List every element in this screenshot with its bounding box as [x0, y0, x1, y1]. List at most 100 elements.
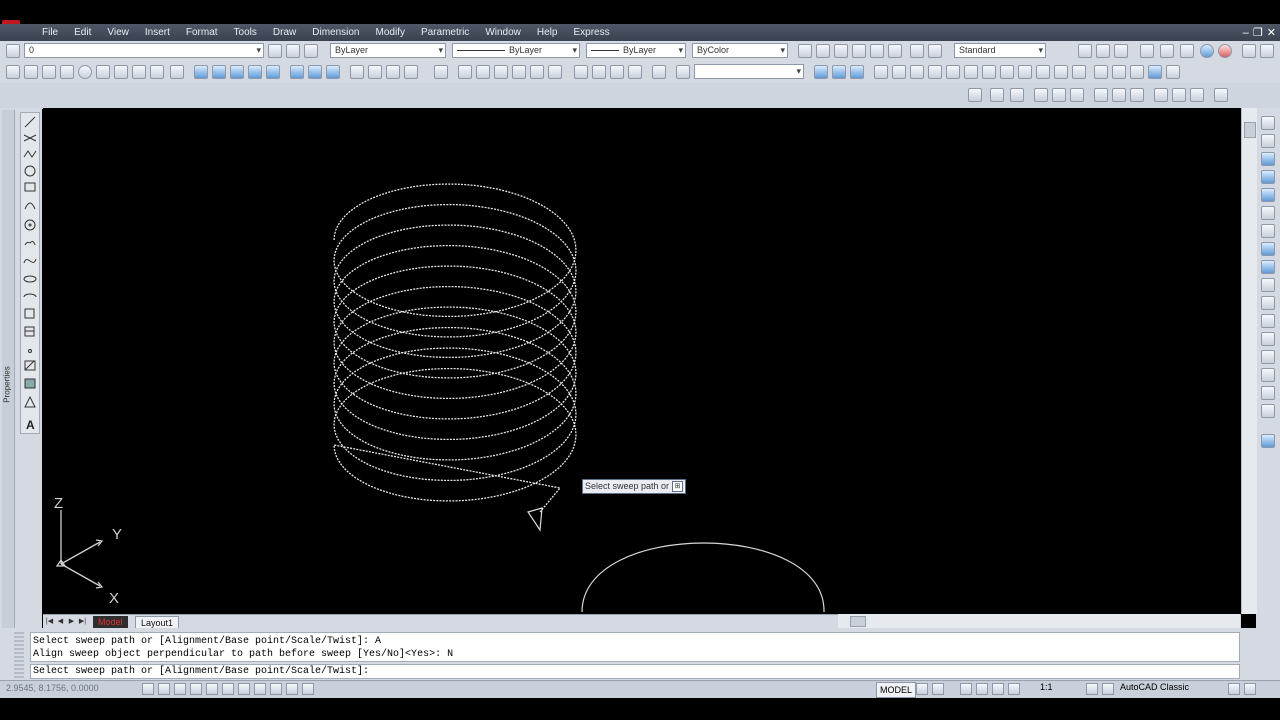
explode-icon[interactable] — [1261, 434, 1275, 448]
pan-icon[interactable] — [574, 65, 588, 79]
helix-curve[interactable] — [333, 183, 577, 513]
ellipse-icon[interactable] — [23, 275, 37, 283]
loft-icon[interactable] — [266, 65, 280, 79]
ordinate-icon[interactable] — [852, 44, 866, 58]
rectangle-icon[interactable] — [24, 182, 36, 192]
menu-insert[interactable]: Insert — [137, 24, 178, 41]
linear-dimension-icon[interactable] — [798, 44, 812, 58]
dimstyle-dropdown[interactable]: Standard — [954, 43, 1046, 58]
offset-icon[interactable] — [1261, 170, 1275, 184]
showmotion-icon[interactable] — [1008, 683, 1020, 695]
3d-move-icon[interactable] — [350, 65, 364, 79]
restore-icon[interactable]: ❐ — [1253, 26, 1263, 39]
hide-icon[interactable] — [1180, 44, 1194, 58]
annotation-scale[interactable]: 1:1 — [1040, 682, 1053, 692]
menu-express[interactable]: Express — [565, 24, 617, 41]
trim-icon[interactable] — [1261, 278, 1275, 292]
constraint-11-icon[interactable] — [1054, 65, 1068, 79]
dim-constraint-2-icon[interactable] — [1112, 65, 1126, 79]
hatch-icon[interactable] — [24, 360, 36, 371]
extend-icon[interactable] — [1261, 296, 1275, 310]
grid-display-icon[interactable] — [174, 683, 186, 695]
gradient-icon[interactable] — [24, 378, 36, 389]
zoom-previous-icon[interactable] — [628, 65, 642, 79]
dynamic-ucs-icon[interactable] — [270, 683, 282, 695]
orbit-icon[interactable] — [1140, 44, 1154, 58]
options-arrow-icon[interactable]: ⊞ — [672, 481, 684, 492]
layer-previous-icon[interactable] — [286, 44, 300, 58]
torus-icon[interactable] — [114, 65, 128, 79]
polyline-icon[interactable] — [23, 150, 37, 158]
model-space-button[interactable]: MODEL — [876, 682, 917, 698]
auto-scale-icon[interactable] — [1102, 683, 1114, 695]
material-icon[interactable] — [1260, 44, 1274, 58]
baseline-icon[interactable] — [910, 44, 924, 58]
menu-modify[interactable]: Modify — [368, 24, 413, 41]
last-tab-button[interactable]: ▶| — [78, 617, 87, 627]
copy-icon[interactable] — [1096, 44, 1110, 58]
dim-radius-icon[interactable] — [1070, 88, 1084, 102]
constraint-4-icon[interactable] — [928, 65, 942, 79]
menu-file[interactable]: File — [34, 24, 66, 41]
join-icon[interactable] — [1261, 350, 1275, 364]
menu-format[interactable]: Format — [178, 24, 226, 41]
presspull-icon[interactable] — [212, 65, 226, 79]
revolve-icon[interactable] — [248, 65, 262, 79]
drawing-viewport[interactable]: Z Y X — [43, 108, 1241, 614]
menu-tools[interactable]: Tools — [226, 24, 265, 41]
point-icon[interactable] — [28, 349, 32, 353]
conceptual-icon[interactable] — [1218, 44, 1232, 58]
modify-copy-icon[interactable] — [1261, 134, 1275, 148]
magnifier-icon[interactable] — [676, 65, 690, 79]
first-tab-button[interactable]: |◀ — [45, 617, 54, 627]
minimize-icon[interactable]: – — [1243, 27, 1249, 39]
isolate-icon[interactable] — [832, 65, 846, 79]
make-block-icon[interactable] — [24, 326, 35, 337]
3d-align-icon[interactable] — [386, 65, 400, 79]
construction-line-icon[interactable] — [23, 134, 37, 142]
subtract-icon[interactable] — [308, 65, 322, 79]
box-icon[interactable] — [24, 65, 38, 79]
camera-icon[interactable] — [652, 65, 666, 79]
scale-icon[interactable] — [1261, 242, 1275, 256]
prev-tab-button[interactable]: ◀ — [56, 617, 65, 627]
view-dropdown[interactable] — [694, 64, 804, 79]
slice-icon[interactable] — [458, 65, 472, 79]
dim-constraint-4-icon[interactable] — [1148, 65, 1162, 79]
line-icon[interactable] — [24, 116, 36, 128]
dim-arc-icon[interactable] — [1112, 88, 1126, 102]
chamfer-icon[interactable] — [1261, 368, 1275, 382]
erase-icon[interactable] — [1261, 116, 1275, 130]
break-at-point-icon[interactable] — [1261, 314, 1275, 328]
modify-move-icon[interactable] — [1261, 206, 1275, 220]
3d-osnap-icon[interactable] — [238, 683, 250, 695]
clean-screen-icon[interactable] — [1244, 683, 1256, 695]
lineweight-dropdown[interactable]: ByLayer — [586, 43, 686, 58]
constraint-12-icon[interactable] — [1072, 65, 1086, 79]
layer-states-icon[interactable] — [304, 44, 318, 58]
visual-style-icon[interactable] — [1160, 44, 1174, 58]
sphere-icon[interactable] — [78, 65, 92, 79]
constraint-9-icon[interactable] — [1018, 65, 1032, 79]
horizontal-scroll-thumb[interactable] — [850, 616, 866, 627]
tab-model[interactable]: Model — [93, 616, 128, 628]
menu-parametric[interactable]: Parametric — [413, 24, 477, 41]
make-current-icon[interactable] — [268, 44, 282, 58]
dim-tolerance-icon[interactable] — [1190, 88, 1204, 102]
annotation-visibility-icon[interactable] — [1086, 683, 1098, 695]
constraint-7-icon[interactable] — [982, 65, 996, 79]
coordinate-readout[interactable]: 2.9545, 8.1756, 0.0000 — [6, 683, 99, 693]
spline-icon[interactable] — [23, 258, 37, 264]
region-icon[interactable] — [24, 395, 36, 408]
helix-icon[interactable] — [150, 65, 164, 79]
insert-block-icon[interactable] — [24, 308, 35, 319]
menu-dimension[interactable]: Dimension — [304, 24, 367, 41]
dim-constraint-5-icon[interactable] — [1166, 65, 1180, 79]
dim-constraint-3-icon[interactable] — [1130, 65, 1144, 79]
dim-center-icon[interactable] — [1214, 88, 1228, 102]
zoom-realtime-icon[interactable] — [592, 65, 606, 79]
dim-ordinate-icon[interactable] — [1130, 88, 1144, 102]
status-zoom-icon[interactable] — [976, 683, 988, 695]
constraint-10-icon[interactable] — [1036, 65, 1050, 79]
modify-mirror-icon[interactable] — [1261, 152, 1275, 166]
